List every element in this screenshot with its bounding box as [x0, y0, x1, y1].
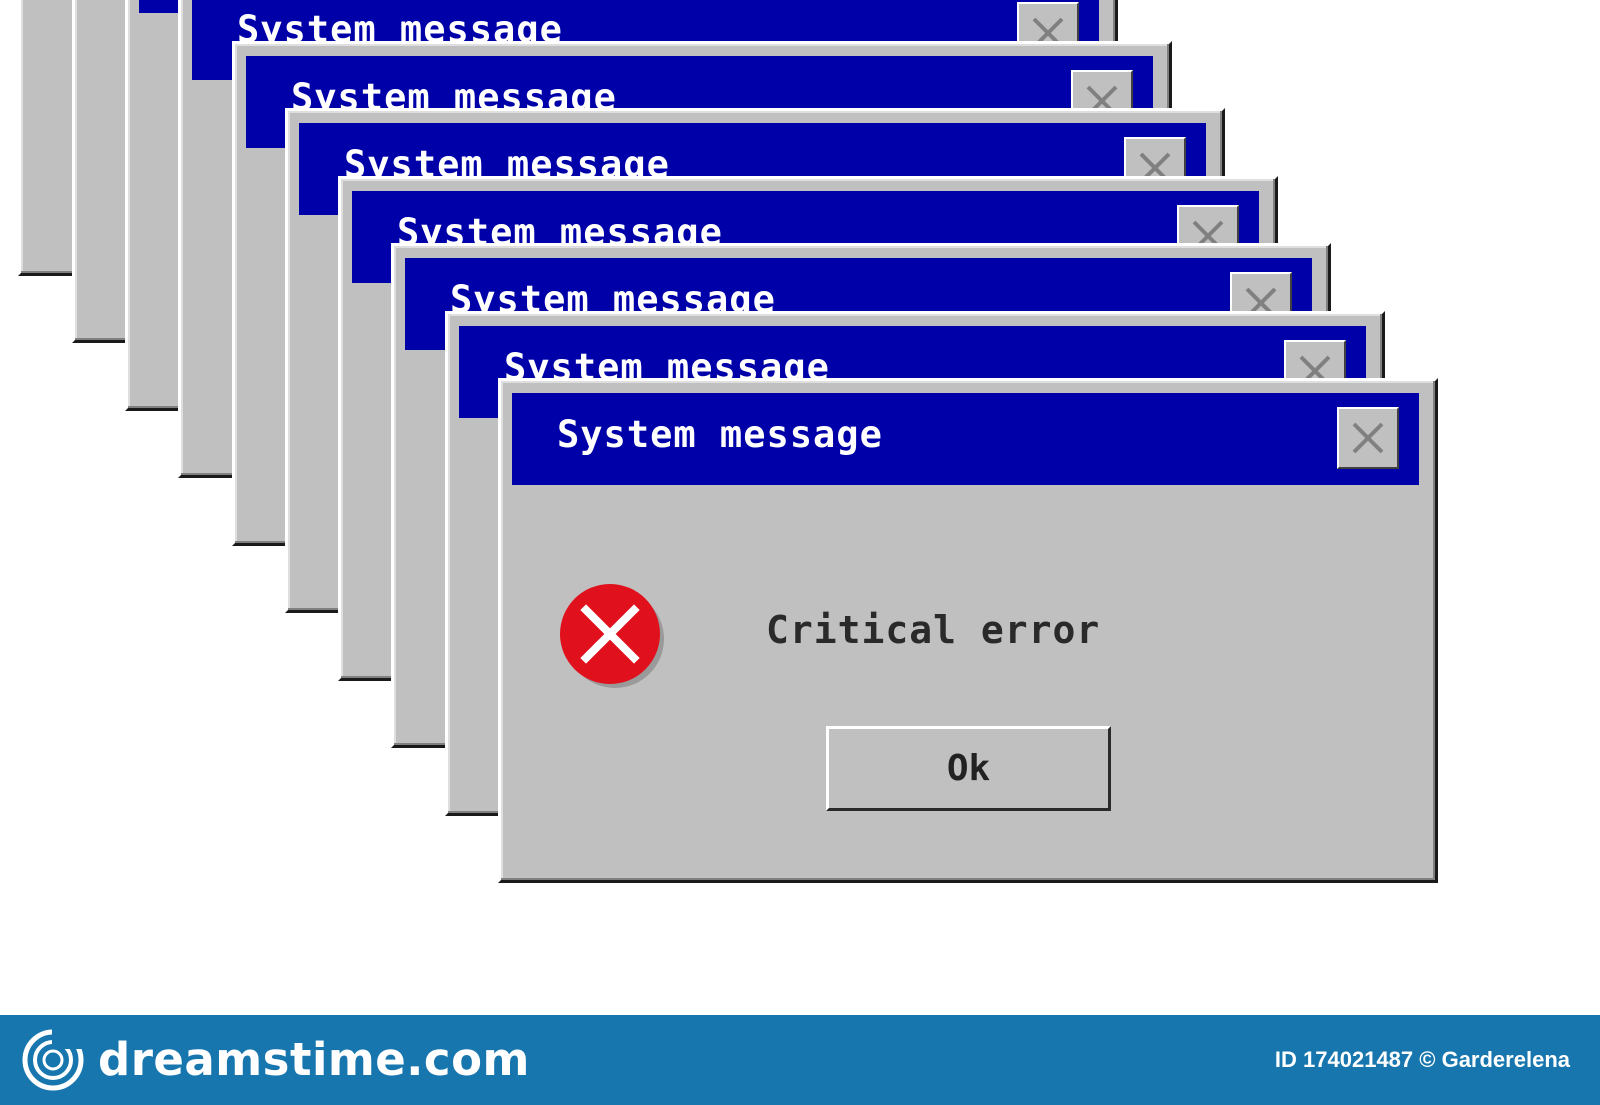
footer-site-name[interactable]: dreamstime.com	[98, 1033, 530, 1086]
error-x-circle-icon	[560, 584, 664, 688]
title-bar[interactable]: System message	[512, 393, 1419, 485]
footer-image-id: ID 174021487 © Garderelena	[1274, 1047, 1570, 1072]
error-message: Critical error	[766, 608, 1101, 652]
front-dialog: System message Critical error Ok	[498, 378, 1438, 883]
desktop-area: System message System message System messa…	[0, 0, 1600, 1015]
spiral-logo-icon	[22, 1029, 84, 1091]
ok-button[interactable]: Ok	[826, 726, 1111, 811]
dialog-title: System message	[557, 413, 883, 456]
close-icon	[1352, 422, 1384, 454]
footer-bar: dreamstime.com ID 174021487 © Garderelen…	[0, 1015, 1600, 1105]
close-button[interactable]	[1337, 407, 1399, 469]
